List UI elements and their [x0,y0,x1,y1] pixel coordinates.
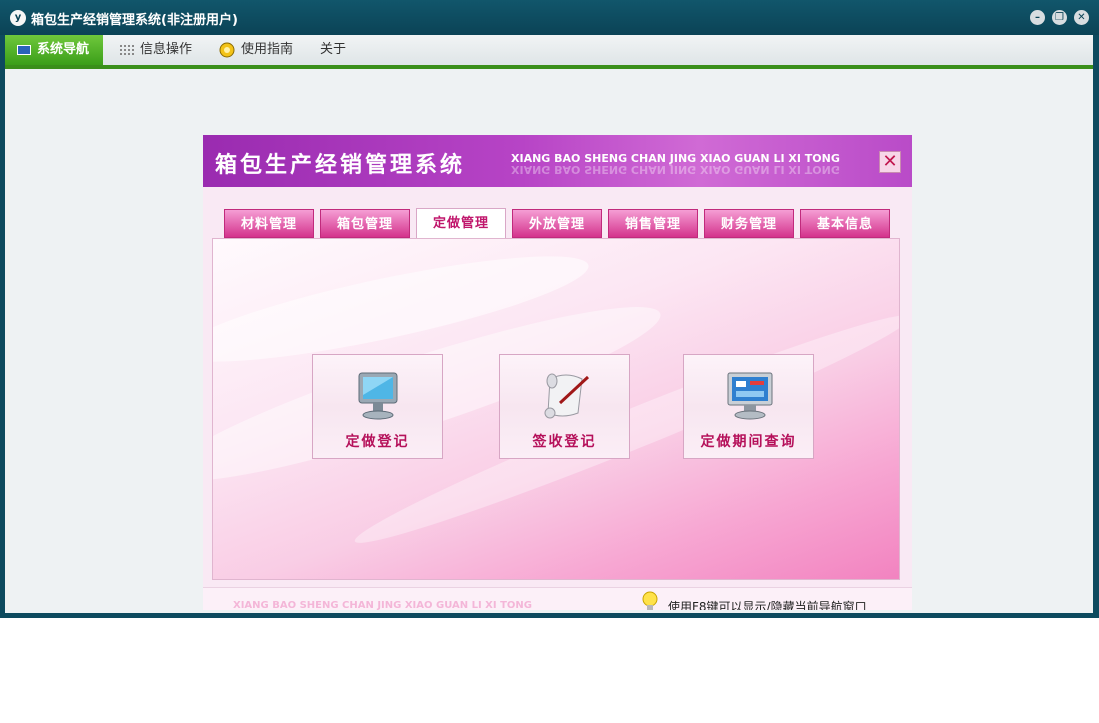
panel-footer: XIANG BAO SHENG CHAN JING XIAO GUAN LI X… [203,587,912,610]
window-title: 箱包生产经销管理系统(非注册用户) [31,13,238,28]
restore-button[interactable]: ❐ [1052,10,1067,25]
tab-finance[interactable]: 财务管理 [704,209,794,238]
monitor-icon [17,44,31,55]
footer-hint: 使用F8键可以显示/隐藏当前导航窗口 [668,600,867,610]
tile-label: 定做期间查询 [700,434,797,450]
menu-info-operation[interactable]: 信息操作 [120,35,192,65]
menu-about[interactable]: 关于 [320,35,346,65]
menu-user-guide[interactable]: 使用指南 [219,35,293,65]
screen-icon [727,372,773,420]
tab-bags[interactable]: 箱包管理 [320,209,410,238]
menu-label: 信息操作 [140,42,193,57]
bulb-icon [642,591,658,610]
tab-materials[interactable]: 材料管理 [224,209,314,238]
menu-label: 使用指南 [241,42,294,57]
footer-pinyin: XIANG BAO SHENG CHAN JING XIAO GUAN LI X… [233,600,532,610]
tile-label: 定做登记 [345,434,410,450]
panel-close-button[interactable]: ✕ [879,151,901,173]
tab-basic-info[interactable]: 基本信息 [800,209,890,238]
tab-outsourcing[interactable]: 外放管理 [512,209,602,238]
title-bar[interactable]: y 箱包生产经销管理系统(非注册用户) – ❐ ✕ [0,0,1099,35]
minimize-button[interactable]: – [1030,10,1045,25]
tile-receipt-register[interactable]: 签收登记 [499,354,630,459]
help-icon [219,42,235,57]
tab-custom-orders[interactable]: 定做管理 [416,208,506,240]
tab-sales[interactable]: 销售管理 [608,209,698,238]
window-close-button[interactable]: ✕ [1074,10,1089,25]
grid-icon [120,44,134,55]
tile-custom-period-query[interactable]: 定做期间查询 [683,354,814,459]
app-logo-icon: y [10,10,26,26]
panel-header: 箱包生产经销管理系统 XIANG BAO SHENG CHAN JING XIA… [203,135,912,187]
scroll-icon [544,373,590,419]
panel-pinyin-reflection: XIANG BAO SHENG CHAN JING XIAO GUAN LI X… [511,163,840,176]
menu-bar: 系统导航 信息操作 使用指南 关于 [5,35,1093,65]
menu-system-nav[interactable]: 系统导航 [5,35,103,65]
monitor-icon [358,372,398,420]
navigation-panel: 箱包生产经销管理系统 XIANG BAO SHENG CHAN JING XIA… [203,135,912,610]
menu-label: 系统导航 [37,42,90,57]
tile-label: 签收登记 [532,434,597,450]
tile-custom-register[interactable]: 定做登记 [312,354,443,459]
panel-title: 箱包生产经销管理系统 [215,153,466,178]
